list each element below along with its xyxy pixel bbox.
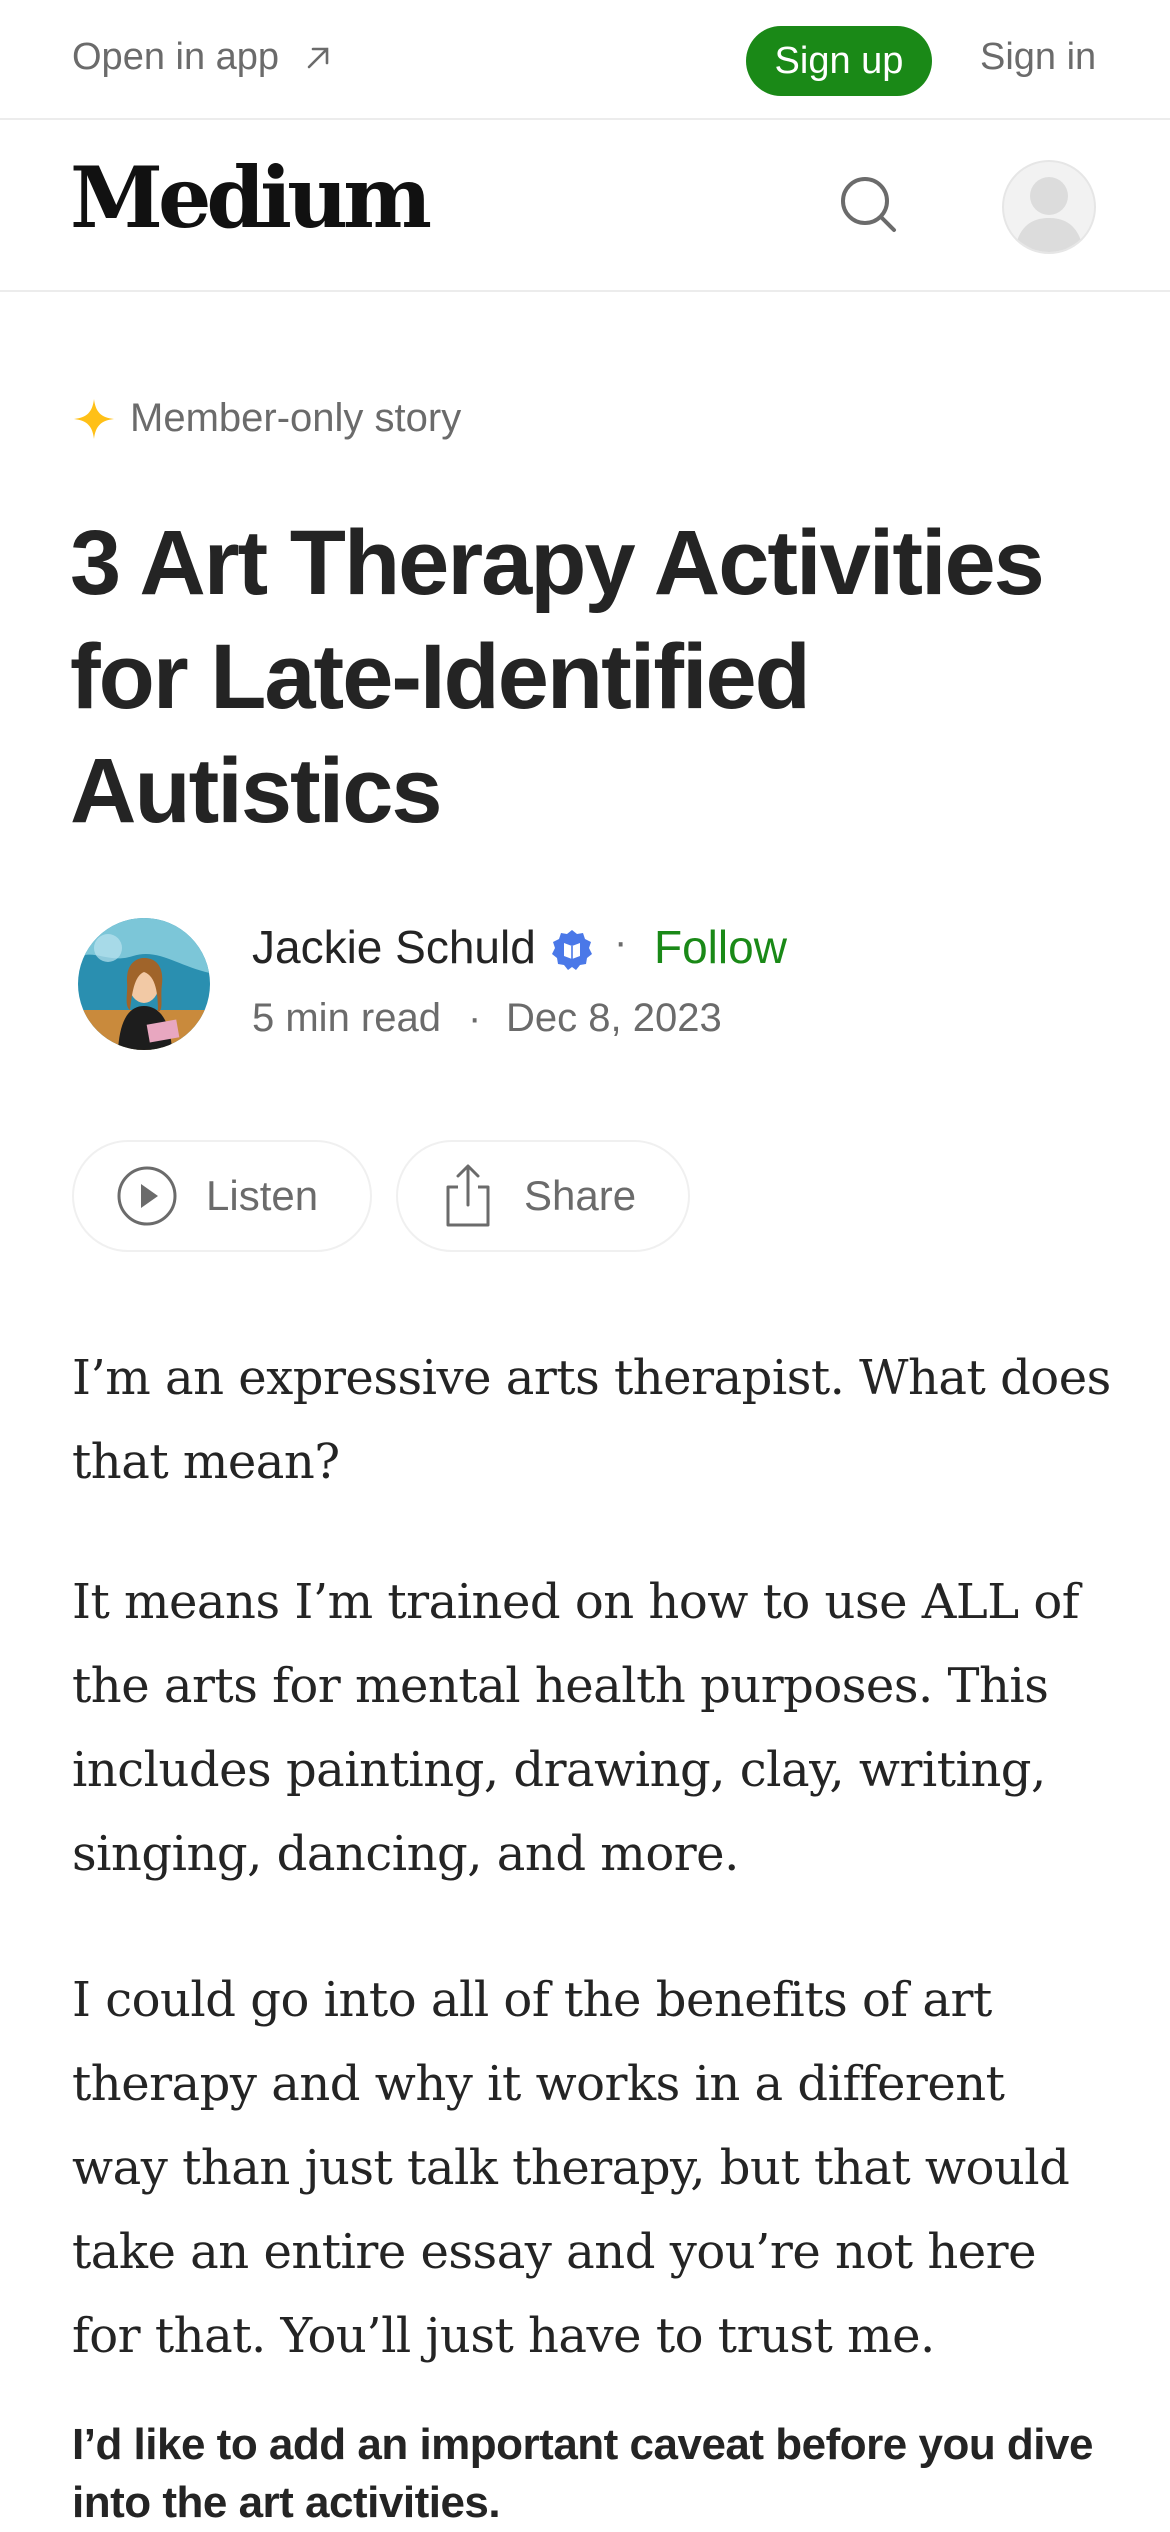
author-name[interactable]: Jackie Schuld (252, 920, 536, 974)
listen-button[interactable]: Listen (72, 1140, 372, 1252)
search-button[interactable] (834, 170, 904, 240)
share-icon (446, 1164, 490, 1227)
article-paragraph: I’m an expressive arts therapist. What d… (72, 1350, 1111, 1490)
sign-in-link[interactable]: Sign in (980, 36, 1096, 79)
star-icon (74, 398, 114, 439)
open-in-app-link[interactable]: Open in app (72, 36, 333, 79)
author-avatar[interactable] (78, 918, 210, 1050)
user-avatar-icon (1014, 177, 1084, 252)
article-title: 3 Art Therapy Activities for Late-Identi… (70, 512, 1045, 842)
separator-dot: · (614, 920, 628, 964)
article-paragraph: It means I’m trained on how to use ALL o… (72, 1574, 1080, 1882)
publish-date: Dec 8, 2023 (506, 996, 722, 1040)
share-label: Share (524, 1172, 637, 1219)
member-only-label: Member-only story (130, 396, 462, 440)
author-photo (78, 918, 210, 1050)
read-time: 5 min read (252, 996, 441, 1040)
play-circle-icon (117, 1166, 177, 1226)
open-in-app-label: Open in app (72, 36, 280, 78)
verified-badge-icon (552, 930, 592, 970)
search-icon (841, 177, 896, 232)
member-only-badge: Member-only story (72, 396, 461, 441)
share-button[interactable]: Share (396, 1140, 690, 1252)
caveat-heading: I’d like to add an important caveat befo… (72, 2420, 1093, 2527)
article-paragraph: I could go into all of the benefits of a… (72, 1972, 1070, 2364)
separator-dot: · (468, 996, 482, 1040)
user-avatar-button[interactable] (1002, 160, 1096, 254)
listen-label: Listen (206, 1172, 319, 1219)
top-banner: Open in app Sign up Sign in (0, 0, 1170, 120)
follow-button[interactable]: Follow (654, 920, 787, 974)
site-header: Medium (0, 120, 1170, 292)
medium-logo[interactable]: Medium (70, 148, 432, 247)
sign-up-button[interactable]: Sign up (746, 26, 932, 96)
arrow-up-right-icon (307, 47, 329, 68)
